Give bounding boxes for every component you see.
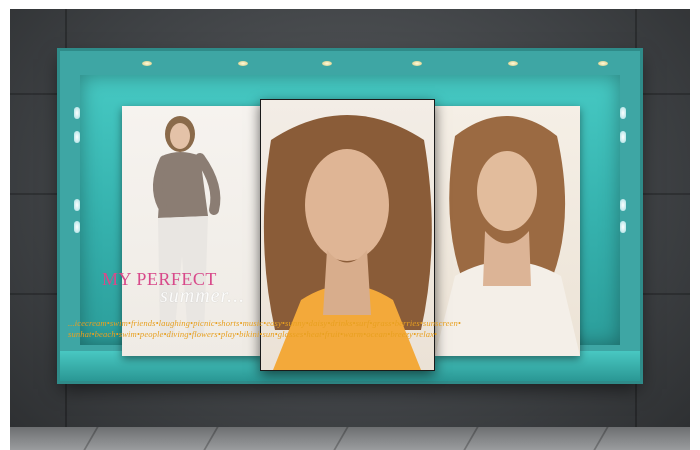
ceiling-lamp-icon [238,61,248,66]
ceiling-lamp-icon [412,61,422,66]
side-light-icon [620,131,626,143]
side-light-icon [620,221,626,233]
poster-script-text: summer... [160,285,246,307]
side-light-icon [620,199,626,211]
tiled-floor [10,427,690,450]
tagline-line-2: sunhat•beach•swim•people•diving•flowers•… [68,329,438,339]
ceiling-lamp-icon [142,61,152,66]
store-wall-scene: MY PERFECT summer... ...icecream•swim•fr… [10,9,690,450]
side-light-icon [74,107,80,119]
side-light-icon [74,131,80,143]
side-light-icon [620,107,626,119]
ceiling-lamp-icon [508,61,518,66]
ceiling-lamp-icon [322,61,332,66]
tagline-line-1: ...icecream•swim•friends•laughing•picnic… [68,318,461,328]
side-light-icon [74,221,80,233]
ceiling-lamp-icon [598,61,608,66]
side-light-icon [74,199,80,211]
